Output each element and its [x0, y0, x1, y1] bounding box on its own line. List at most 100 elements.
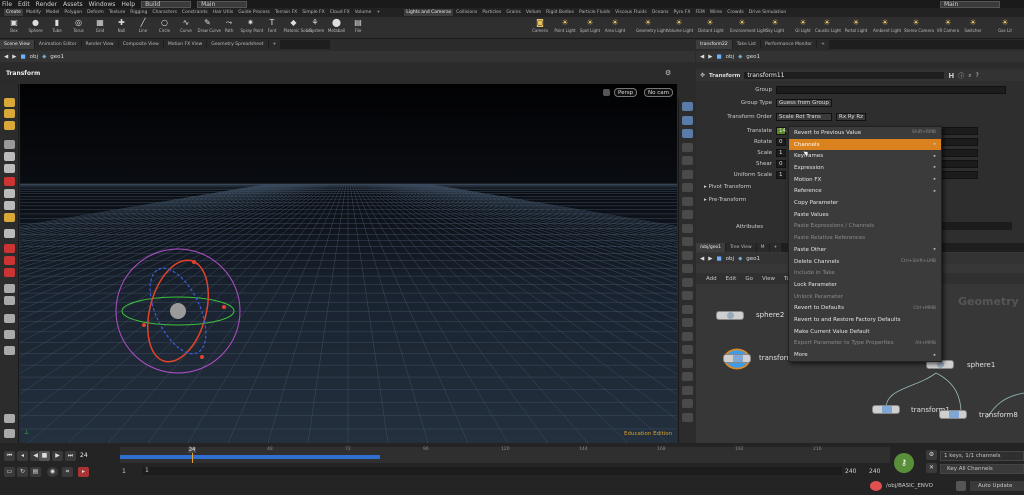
shelf-tool-light[interactable]: ☀ VR Camera	[936, 18, 960, 38]
shelf-tool-font[interactable]: T Font	[262, 18, 282, 38]
shelf-tab[interactable]: Lights and Cameras	[404, 9, 454, 16]
path-geo[interactable]: geo1	[746, 54, 760, 60]
display-option-icon[interactable]	[682, 169, 693, 179]
question-icon[interactable]: ?	[976, 72, 979, 79]
shelf-tool-grid[interactable]: ▦ Grid	[90, 18, 110, 38]
range-end-field2[interactable]: 240	[869, 468, 880, 475]
desktop-main-dropdown[interactable]: Main	[197, 0, 248, 8]
context-menu-item[interactable]: Revert to and Restore Factory Defaults	[789, 314, 941, 326]
parm-field[interactable]: 0	[776, 159, 786, 168]
context-menu-item[interactable]: Expression ▸	[789, 162, 941, 174]
forward-arrow-icon[interactable]: ▶	[12, 54, 16, 60]
pane-tab[interactable]: Animation Editor	[34, 40, 81, 49]
context-menu-item[interactable]: Copy Parameter	[789, 197, 941, 209]
menu-edit[interactable]: Edit	[18, 1, 30, 8]
display-option-icon[interactable]	[682, 115, 693, 125]
range-start-field2[interactable]: 1	[142, 467, 842, 475]
range-start-field[interactable]: 1	[122, 468, 126, 475]
display-option-icon[interactable]	[682, 331, 693, 341]
display-option-icon[interactable]	[682, 318, 693, 327]
shelf-tab[interactable]: Collisions	[454, 9, 479, 16]
shelf-tool-null[interactable]: ✚ Null	[112, 18, 132, 38]
shelf-tab[interactable]: Modify	[24, 9, 43, 16]
display-option-icon[interactable]	[682, 156, 693, 165]
key-settings-icon[interactable]: ⚙	[926, 450, 937, 460]
display-option-icon[interactable]	[682, 277, 693, 287]
info-icon[interactable]: ⓘ	[958, 71, 964, 80]
left-tool-icon[interactable]	[4, 256, 15, 265]
add-tab-icon[interactable]: +	[268, 40, 281, 49]
shelf-tab[interactable]: Particle Fluids	[577, 9, 612, 16]
audio-icon[interactable]: ◉	[47, 467, 58, 477]
menu-assets[interactable]: Assets	[63, 1, 83, 8]
shelf-tool-tube[interactable]: ▮ Tube	[47, 18, 67, 38]
realtime-toggle-icon[interactable]: ▭	[4, 467, 15, 477]
left-tool-icon[interactable]	[4, 414, 15, 423]
display-option-icon[interactable]	[682, 250, 693, 260]
shelf-tab[interactable]: Vellum	[524, 9, 543, 16]
shelf-tool-light[interactable]: ☀ Caustic Light	[815, 18, 841, 38]
shelf-tool-light[interactable]: ☀ Portal Light	[844, 18, 868, 38]
display-option-icon[interactable]	[682, 183, 693, 192]
shelf-tab[interactable]: Create	[4, 9, 23, 16]
jump-start-icon[interactable]: ⏮	[4, 451, 15, 461]
shelf-tab[interactable]: Characters	[150, 9, 179, 16]
help-icon[interactable]: H	[948, 72, 954, 80]
context-menu-item[interactable]: Reference ▸	[789, 186, 941, 198]
shelf-tool-metaball[interactable]: ⬤ Metaball	[327, 18, 347, 38]
path-obj[interactable]: obj	[726, 54, 734, 60]
shelf-tool-draw-curve[interactable]: ✎ Draw Curve	[198, 18, 222, 38]
back-arrow-icon[interactable]: ◀	[700, 54, 704, 60]
step-back-icon[interactable]: ◂	[17, 451, 28, 461]
keyframe-filter-icon[interactable]: ⌗	[62, 467, 73, 477]
parm-field[interactable]: 14.	[776, 126, 788, 135]
shelf-tab[interactable]: Model	[44, 9, 62, 16]
section-pre-transform[interactable]: ▸ Pre-Transform	[704, 197, 746, 203]
display-option-icon[interactable]	[682, 372, 693, 381]
back-arrow-icon[interactable]: ◀	[4, 54, 8, 60]
play-icon[interactable]: ▶	[52, 451, 63, 461]
display-option-icon[interactable]	[682, 102, 693, 111]
context-menu-item[interactable]: Motion FX ▸	[789, 174, 941, 186]
transform-pivot-icon[interactable]	[170, 303, 186, 319]
menu-file[interactable]: File	[2, 1, 12, 8]
parm-field[interactable]: Scale Rot Trans	[776, 112, 832, 121]
shelf-tab[interactable]: Texture	[107, 9, 127, 16]
add-tab-icon[interactable]: +	[817, 40, 829, 49]
shelf-tool-lsystem[interactable]: ⚘ L-System	[305, 18, 325, 38]
menu-windows[interactable]: Windows	[89, 1, 116, 8]
left-tool-icon[interactable]	[4, 268, 15, 277]
scene-viewport[interactable]: Persp No cam Education Edition ⊥	[20, 84, 677, 443]
display-option-icon[interactable]	[682, 223, 693, 233]
loop-icon[interactable]: ↻	[17, 467, 28, 477]
shelf-tab[interactable]: Pyro FX	[671, 9, 692, 16]
shelf-tab[interactable]: Polygon	[62, 9, 84, 16]
parm-field[interactable]: 0	[776, 137, 786, 146]
context-menu-item[interactable]: More ▸	[789, 349, 941, 361]
shelf-tab[interactable]: Oceans	[650, 9, 671, 16]
auto-update-dropdown[interactable]: Auto Update	[970, 481, 1024, 491]
menu-render[interactable]: Render	[36, 1, 57, 8]
shelf-tab[interactable]: Particles	[480, 9, 503, 16]
shelf-tab[interactable]: Rigging	[128, 9, 149, 16]
left-tool-icon[interactable]	[4, 177, 15, 186]
range-end-field[interactable]: 240	[845, 468, 856, 475]
forward-arrow-icon[interactable]: ▶	[708, 54, 712, 60]
persp-menu[interactable]: Persp	[614, 88, 638, 97]
key-mode-dropdown[interactable]: Key All Channels	[940, 464, 1024, 474]
transform-handle[interactable]	[106, 232, 266, 392]
shelf-tab[interactable]: Guide Process	[236, 9, 272, 16]
node-name-field[interactable]: transform11	[744, 72, 945, 79]
shelf-tool-sphere[interactable]: ● Sphere	[26, 18, 46, 38]
desktop-main-dropdown-right[interactable]: Main	[940, 0, 1000, 8]
add-shelf-icon[interactable]: +	[374, 9, 382, 16]
lock-camera-icon[interactable]	[603, 89, 610, 96]
left-tool-icon[interactable]	[4, 121, 15, 130]
context-menu-item[interactable]: Make Current Value Default	[789, 326, 941, 338]
pane-tab[interactable]: Geometry Spreadsheet	[207, 40, 268, 49]
timeline-bar[interactable]: 24 24 48 72 96 120 144 168 192 216	[120, 447, 890, 463]
left-tool-icon[interactable]	[4, 189, 15, 198]
shelf-tool-circle[interactable]: ○ Circle	[155, 18, 175, 38]
shelf-tool-light[interactable]: ☀ Area Light	[603, 18, 627, 38]
shelf-tab[interactable]: Volume	[353, 9, 374, 16]
